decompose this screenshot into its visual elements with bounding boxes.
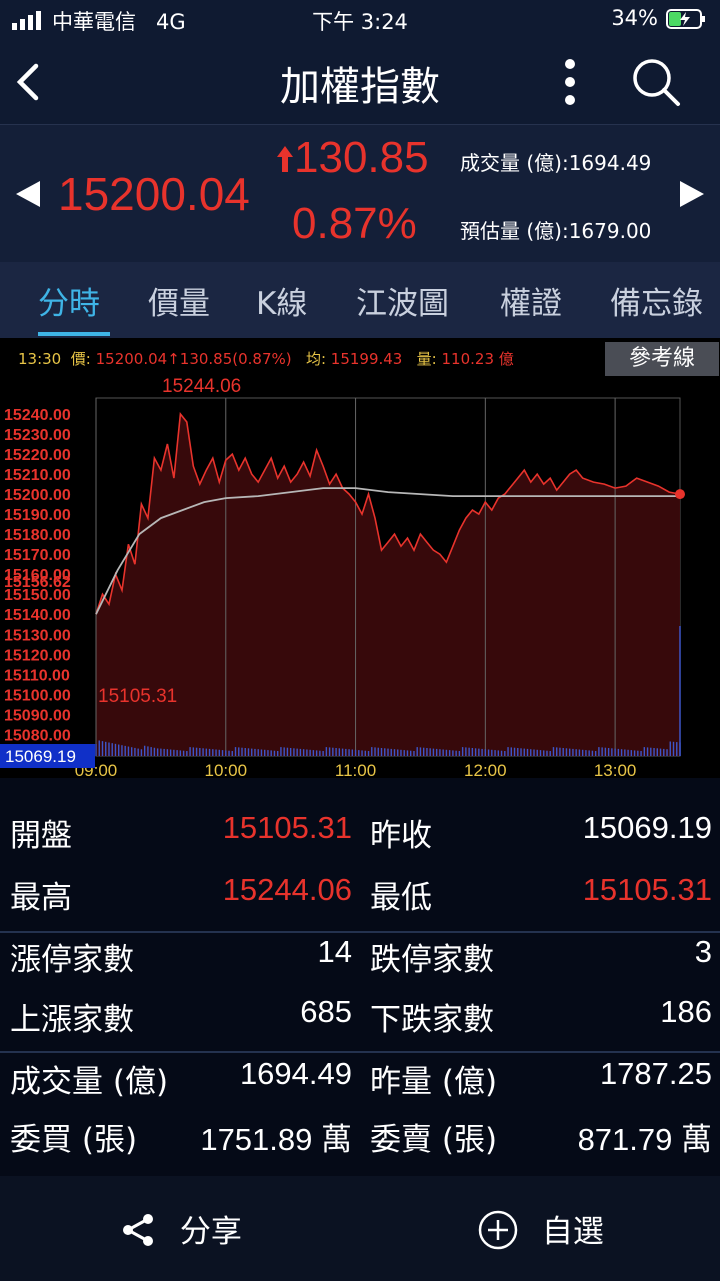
prev-close-label: 昨收: [370, 818, 432, 854]
nav-bar: 加權指數: [0, 40, 720, 124]
ask-value: 871.79 萬: [577, 1122, 712, 1157]
tab-memo[interactable]: 備忘錄: [610, 278, 703, 323]
low-annotation: 15105.31: [98, 686, 177, 707]
y-tick-label: 15220.00: [4, 447, 71, 464]
last-price-dot: [675, 489, 685, 500]
next-quote-arrow-icon[interactable]: [680, 181, 704, 207]
x-tick-label: 10:00: [205, 761, 248, 778]
yesterday-volume-value: 1787.25: [599, 1056, 712, 1091]
index-change-percent: 0.87%: [292, 199, 417, 248]
search-icon[interactable]: [630, 56, 682, 108]
prev-close-value: 15069.19: [5, 747, 76, 766]
stats-row-orders: 委買 (張) 1751.89 萬 委賣 (張) 871.79 萬: [0, 1114, 720, 1174]
limit-up-label: 漲停家數: [10, 942, 134, 978]
tab-kline[interactable]: K線: [256, 278, 307, 323]
prev-quote-arrow-icon[interactable]: [16, 181, 40, 207]
y-tick-label: 15190.00: [4, 507, 71, 524]
stats-row-open: 開盤 15105.31 昨收 15069.19: [0, 810, 720, 870]
volume-label: 成交量 (億):1694.49: [460, 151, 652, 175]
add-watchlist-button[interactable]: 自選: [478, 1206, 604, 1251]
limit-up-value: 14: [317, 934, 352, 969]
decline-value: 186: [660, 994, 712, 1029]
high-value: 15244.06: [222, 872, 352, 907]
share-icon: [123, 1214, 153, 1246]
bid-label: 委買 (張): [10, 1122, 138, 1158]
watchlist-label: 自選: [541, 1214, 604, 1250]
stats-row-high: 最高 15244.06 最低 15105.31: [0, 872, 720, 932]
x-tick-label: 11:00: [335, 761, 376, 778]
y-tick-label: 15156.62: [4, 574, 71, 591]
battery-charging-icon: [666, 9, 705, 29]
y-tick-label: 15210.00: [4, 467, 71, 484]
tab-bar: 分時 價量 K線 江波圖 權證 備忘錄: [0, 262, 720, 338]
y-tick-label: 15090.00: [4, 707, 71, 724]
volume-label: 成交量 (億): [10, 1064, 169, 1100]
active-tab-indicator: [38, 332, 110, 336]
y-tick-label: 15180.00: [4, 527, 71, 544]
limit-down-label: 跌停家數: [370, 942, 494, 978]
prev-close-value: 15069.19: [582, 810, 712, 845]
y-tick-label: 15140.00: [4, 607, 71, 624]
divider: [0, 931, 720, 933]
quote-panel: 15200.04 130.85 0.87% 成交量 (億):1694.49 預估…: [0, 124, 720, 263]
share-label: 分享: [179, 1214, 242, 1250]
y-tick-label: 15100.00: [4, 687, 71, 704]
bid-value: 1751.89 萬: [200, 1122, 352, 1157]
y-tick-label: 15170.00: [4, 547, 71, 564]
y-tick-label: 15230.00: [4, 427, 71, 444]
yesterday-volume-label: 昨量 (億): [370, 1064, 498, 1100]
intraday-chart-panel[interactable]: 13:30 價: 15200.04↑130.85(0.87%) 均: 15199…: [0, 338, 720, 778]
share-button[interactable]: 分享: [120, 1206, 242, 1251]
y-tick-label: 15200.00: [4, 487, 71, 504]
advance-label: 上漲家數: [10, 1002, 134, 1038]
high-annotation: 15244.06: [162, 376, 241, 397]
intraday-chart: 09:00 10:00 11:00 12:00 13:0015240.0015230.0…: [0, 376, 685, 778]
y-tick-label: 15240.00: [4, 407, 71, 424]
tab-wave-chart[interactable]: 江波圖: [356, 278, 449, 323]
y-tick-label: 15080.00: [4, 727, 71, 744]
open-label: 開盤: [10, 818, 72, 854]
add-circle-icon: [478, 1210, 518, 1250]
y-tick-label: 15130.00: [4, 627, 71, 644]
decline-label: 下跌家數: [370, 1002, 494, 1038]
tab-warrants[interactable]: 權證: [500, 278, 562, 323]
stats-row-limit: 漲停家數 14 跌停家數 3: [0, 934, 720, 994]
index-price: 15200.04: [58, 168, 250, 220]
index-change: 130.85: [276, 133, 429, 183]
volume-value: 1694.49: [239, 1056, 352, 1091]
stats-row-volume: 成交量 (億) 1694.49 昨量 (億) 1787.25: [0, 1056, 720, 1116]
low-label: 最低: [370, 880, 432, 916]
y-tick-label: 15120.00: [4, 647, 71, 664]
low-value: 15105.31: [582, 872, 712, 907]
page-title: 加權指數: [280, 64, 440, 110]
ask-label: 委賣 (張): [370, 1122, 498, 1158]
battery-percent: 34%: [611, 6, 658, 30]
x-tick-label: 12:00: [464, 761, 507, 778]
tab-intraday[interactable]: 分時: [38, 278, 100, 323]
advance-value: 685: [300, 994, 352, 1029]
estimate-volume-label: 預估量 (億):1679.00: [460, 219, 652, 243]
y-tick-label: 15110.00: [4, 667, 70, 684]
more-menu-icon[interactable]: [552, 56, 588, 108]
high-label: 最高: [10, 880, 72, 916]
open-value: 15105.31: [222, 810, 352, 845]
bottom-action-bar: 分享 自選: [0, 1176, 720, 1281]
stats-row-advance: 上漲家數 685 下跌家數 186: [0, 994, 720, 1054]
limit-down-value: 3: [694, 934, 712, 969]
x-tick-label: 13:00: [594, 761, 637, 778]
divider: [0, 1051, 720, 1053]
tab-price-volume[interactable]: 價量: [148, 278, 210, 323]
status-bar: 中華電信 4G 下午 3:24 34%: [0, 0, 720, 40]
up-arrow-icon: [277, 146, 293, 172]
